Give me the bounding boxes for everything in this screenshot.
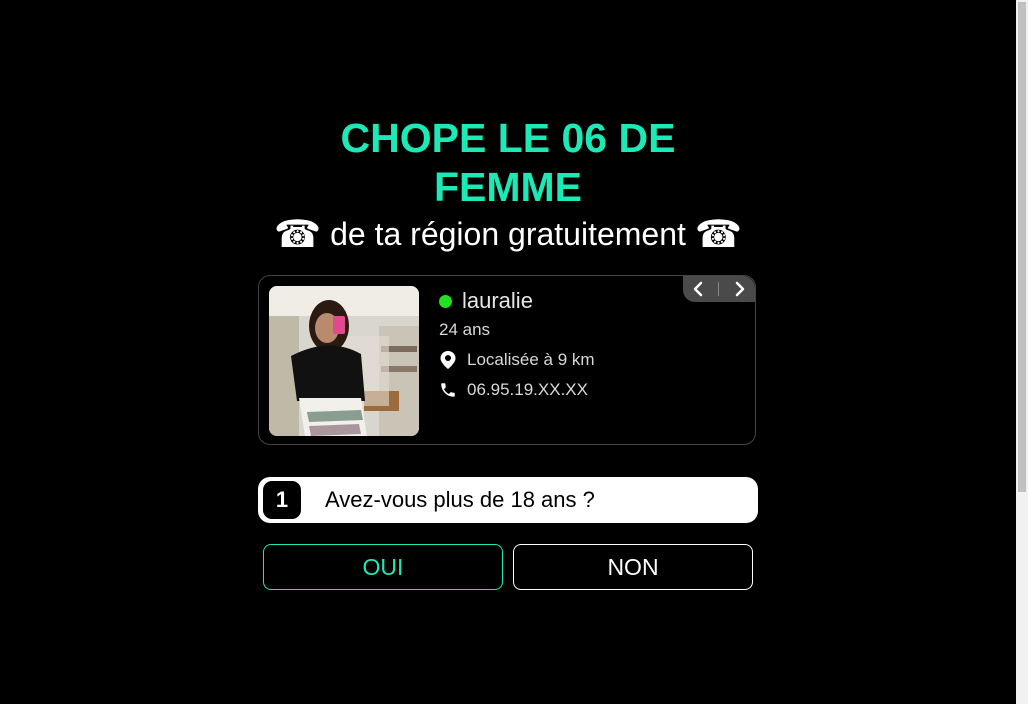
online-status-icon [439, 294, 452, 308]
scrollbar-thumb[interactable] [1018, 2, 1026, 492]
profile-name: lauralie [462, 288, 533, 313]
profile-location: Localisée à 9 km [439, 350, 595, 370]
chevron-left-icon [693, 281, 703, 297]
question-box: 1 Avez-vous plus de 18 ans ? [258, 477, 758, 523]
profile-phone: 06.95.19.XX.XX [439, 380, 595, 400]
nav-divider [718, 282, 720, 296]
page-scrollbar[interactable] [1016, 0, 1028, 704]
page-title: CHOPE LE 06 DE FEMME [258, 114, 758, 212]
prev-button[interactable] [688, 279, 708, 299]
yes-button[interactable]: OUI [263, 544, 503, 590]
question-text: Avez-vous plus de 18 ans ? [325, 487, 595, 512]
next-button[interactable] [730, 279, 750, 299]
profile-card: lauralie 24 ans Localisée à 9 km 06.95.1… [258, 275, 756, 445]
subtitle: ☎ de ta région gratuitement ☎ [258, 210, 758, 259]
title-line-2: FEMME [433, 164, 583, 210]
profile-age: 24 ans [439, 320, 491, 339]
no-button[interactable]: NON [513, 544, 753, 590]
question-number: 1 [263, 481, 301, 519]
telephone-icon: ☎ [273, 214, 322, 256]
location-pin-icon [440, 351, 456, 369]
title-line-1: CHOPE LE 06 DE [340, 115, 676, 161]
phone-icon [441, 383, 455, 397]
profile-photo [269, 286, 419, 436]
subtitle-text: de ta région gratuitement [330, 216, 686, 252]
location-text: Localisée à 9 km [467, 350, 595, 369]
profile-nav [683, 276, 755, 302]
chevron-right-icon [735, 281, 745, 297]
telephone-icon: ☎ [694, 214, 743, 256]
phone-text: 06.95.19.XX.XX [467, 380, 588, 399]
profile-info: lauralie 24 ans Localisée à 9 km 06.95.1… [439, 288, 595, 400]
name-row: lauralie [439, 288, 595, 314]
